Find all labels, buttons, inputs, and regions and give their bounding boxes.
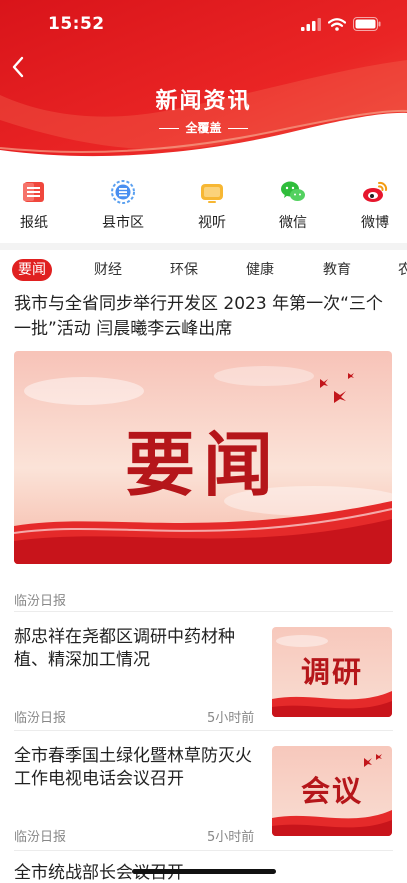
thumbnail-text: 调研 — [300, 655, 363, 689]
tab-environment[interactable]: 环保 — [170, 259, 198, 281]
quick-link-wechat[interactable]: 微信 — [263, 178, 323, 232]
divider — [14, 850, 393, 851]
section-divider — [0, 243, 407, 250]
signal-icon — [301, 17, 321, 31]
divider — [14, 611, 393, 612]
featured-source: 临汾日报 — [14, 594, 67, 609]
tab-finance[interactable]: 财经 — [94, 259, 122, 281]
quick-link-newspaper[interactable]: 报纸 — [4, 178, 64, 232]
page-subtitle: 全覆盖 — [0, 119, 407, 136]
quick-links: 报纸 县市区 视听 微信 微博 — [0, 178, 407, 236]
category-tabs: 要闻 财经 环保 健康 教育 农 — [0, 256, 407, 284]
quick-link-weibo[interactable]: 微博 — [345, 178, 405, 232]
home-indicator[interactable] — [132, 869, 276, 874]
divider — [14, 730, 393, 731]
system-indicators — [301, 16, 381, 32]
wifi-icon — [328, 17, 346, 31]
tab-health[interactable]: 健康 — [246, 259, 274, 281]
article-thumbnail[interactable]: 调研 — [272, 627, 392, 717]
featured-banner-text: 要闻 — [125, 424, 281, 506]
quick-link-county[interactable]: 县市区 — [93, 178, 153, 232]
article-source: 临汾日报 — [14, 830, 67, 845]
quick-link-label: 微信 — [279, 215, 307, 231]
page-title: 新闻资讯 — [155, 89, 252, 114]
subtitle-text: 全覆盖 — [185, 121, 222, 135]
tab-headlines[interactable]: 要闻 — [12, 259, 52, 281]
article-title[interactable]: 郝忠祥在尧都区调研中药材种植、精深加工情况 — [14, 626, 254, 672]
status-bar: 15:52 — [0, 0, 407, 48]
back-icon[interactable] — [8, 54, 30, 80]
article-time: 5小时前 — [207, 711, 255, 726]
weibo-icon — [363, 181, 388, 202]
article-title[interactable]: 全市春季国土绿化暨林草防灭火工作电视电话会议召开 — [14, 745, 254, 791]
thumbnail-text: 会议 — [300, 774, 363, 808]
tv-icon — [201, 184, 223, 203]
wechat-icon — [281, 181, 305, 201]
tab-agriculture[interactable]: 农 — [398, 259, 407, 281]
article-source: 临汾日报 — [14, 711, 67, 726]
status-time: 15:52 — [48, 14, 105, 34]
quick-link-av[interactable]: 视听 — [182, 178, 242, 232]
newspaper-icon — [23, 182, 44, 202]
county-icon — [111, 180, 135, 204]
quick-link-label: 微博 — [361, 215, 389, 231]
subtitle-dash-right — [227, 127, 248, 130]
quick-link-label: 县市区 — [102, 215, 144, 231]
subtitle-dash-left — [159, 127, 180, 130]
battery-icon — [353, 17, 381, 31]
quick-link-label: 视听 — [198, 215, 226, 231]
tab-education[interactable]: 教育 — [323, 259, 351, 281]
featured-image[interactable]: 要闻 — [14, 351, 392, 564]
article-time: 5小时前 — [207, 830, 255, 845]
quick-link-label: 报纸 — [20, 215, 48, 231]
featured-title[interactable]: 我市与全省同步举行开发区 2023 年第一次“三个一批”活动 闫晨曦李云峰出席 — [14, 292, 394, 342]
article-thumbnail[interactable]: 会议 — [272, 746, 392, 836]
